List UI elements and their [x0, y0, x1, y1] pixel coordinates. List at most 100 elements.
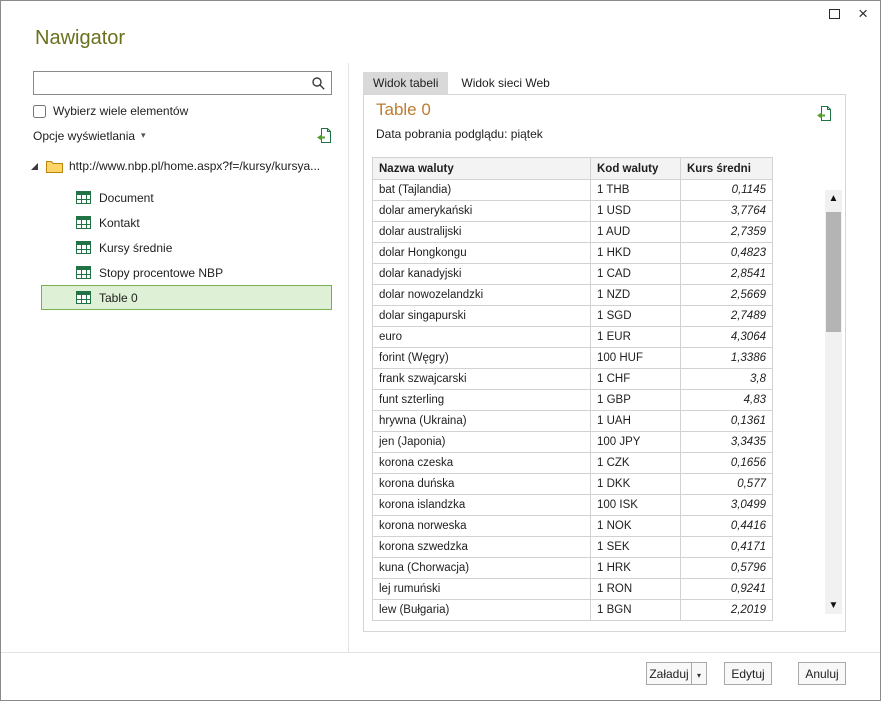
currency-name-cell: dolar kanadyjski — [373, 264, 591, 285]
currency-name-cell: hrywna (Ukraina) — [373, 411, 591, 432]
edit-button[interactable]: Edytuj — [724, 662, 772, 685]
refresh-preview-icon[interactable] — [316, 127, 333, 144]
rate-cell: 2,7489 — [681, 306, 773, 327]
rate-cell: 0,4823 — [681, 243, 773, 264]
table-row: korona islandzka100 ISK3,0499 — [373, 495, 773, 516]
table-row: dolar nowozelandzki1 NZD2,5669 — [373, 285, 773, 306]
tree-item-kursy-rednie[interactable]: Kursy średnie — [41, 235, 332, 260]
currency-name-cell: forint (Węgry) — [373, 348, 591, 369]
tree-item-table-0[interactable]: Table 0 — [41, 285, 332, 310]
currency-code-cell: 1 DKK — [591, 474, 681, 495]
rate-cell: 0,1145 — [681, 180, 773, 201]
cancel-button[interactable]: Anuluj — [798, 662, 846, 685]
select-multiple-row: Wybierz wiele elementów — [33, 104, 188, 118]
tree-item-document[interactable]: Document — [41, 185, 332, 210]
currency-code-cell: 1 BGN — [591, 600, 681, 621]
dialog-title: Nawigator — [35, 27, 125, 50]
scroll-down-icon[interactable]: ▼ — [825, 597, 842, 614]
search-input[interactable] — [34, 72, 305, 94]
preview-subtitle: Data pobrania podglądu: piątek — [376, 127, 543, 141]
search-icon[interactable] — [305, 76, 331, 91]
table-row: dolar kanadyjski1 CAD2,8541 — [373, 264, 773, 285]
currency-code-cell: 1 HKD — [591, 243, 681, 264]
rate-cell: 2,5669 — [681, 285, 773, 306]
maximize-icon[interactable] — [829, 9, 840, 19]
chevron-down-icon: ▾ — [697, 671, 701, 680]
load-dropdown-button[interactable]: ▾ — [691, 662, 707, 685]
tree-item-label: Stopy procentowe NBP — [99, 266, 223, 280]
currency-name-cell: dolar australijski — [373, 222, 591, 243]
currency-name-cell: lew (Bułgaria) — [373, 600, 591, 621]
tab-table-view[interactable]: Widok tabeli — [363, 72, 448, 94]
currency-name-cell: korona norweska — [373, 516, 591, 537]
table-row: forint (Węgry)100 HUF1,3386 — [373, 348, 773, 369]
preview-panel: Table 0 Data pobrania podglądu: piątek N… — [363, 94, 846, 632]
currency-name-cell: jen (Japonia) — [373, 432, 591, 453]
scroll-up-icon[interactable]: ▲ — [825, 190, 842, 207]
rate-cell: 0,5796 — [681, 558, 773, 579]
folder-icon — [46, 160, 63, 173]
currency-code-cell: 100 HUF — [591, 348, 681, 369]
rate-cell: 1,3386 — [681, 348, 773, 369]
rate-cell: 2,2019 — [681, 600, 773, 621]
tree-item-label: Kursy średnie — [99, 241, 172, 255]
table-icon — [76, 241, 91, 254]
rate-cell: 0,9241 — [681, 579, 773, 600]
currency-name-cell: korona duńska — [373, 474, 591, 495]
currency-code-cell: 1 USD — [591, 201, 681, 222]
table-row: hrywna (Ukraina)1 UAH0,1361 — [373, 411, 773, 432]
rate-cell: 0,4171 — [681, 537, 773, 558]
tree-root-node[interactable]: http://www.nbp.pl/home.aspx?f=/kursy/kur… — [31, 159, 339, 173]
rate-cell: 0,577 — [681, 474, 773, 495]
chevron-down-icon: ▾ — [141, 130, 146, 141]
rate-cell: 0,1361 — [681, 411, 773, 432]
currency-name-cell: korona szwedzka — [373, 537, 591, 558]
table-icon — [76, 291, 91, 304]
currency-name-cell: funt szterling — [373, 390, 591, 411]
currency-code-cell: 1 NOK — [591, 516, 681, 537]
scrollbar-thumb[interactable] — [826, 212, 841, 332]
table-row: funt szterling1 GBP4,83 — [373, 390, 773, 411]
select-multiple-checkbox[interactable] — [33, 105, 46, 118]
currency-code-cell: 1 CHF — [591, 369, 681, 390]
currency-name-cell: dolar Hongkongu — [373, 243, 591, 264]
navigator-dialog: × Nawigator Wybierz wiele elementów Opcj… — [0, 0, 881, 701]
tree-item-label: Document — [99, 191, 154, 205]
table-row: dolar singapurski1 SGD2,7489 — [373, 306, 773, 327]
currency-name-cell: frank szwajcarski — [373, 369, 591, 390]
currency-name-cell: dolar nowozelandzki — [373, 285, 591, 306]
currency-code-cell: 1 AUD — [591, 222, 681, 243]
column-header-kod-waluty: Kod waluty — [591, 158, 681, 180]
currency-code-cell: 1 SEK — [591, 537, 681, 558]
options-row: Opcje wyświetlania ▾ — [33, 127, 333, 144]
window-controls: × — [829, 7, 868, 21]
column-header-nazwa-waluty: Nazwa waluty — [373, 158, 591, 180]
tab-web-view[interactable]: Widok sieci Web — [451, 72, 559, 94]
table-row: korona duńska1 DKK0,577 — [373, 474, 773, 495]
preview-scrollbar[interactable]: ▲ ▼ — [825, 190, 842, 614]
rate-cell: 2,8541 — [681, 264, 773, 285]
rate-cell: 0,1656 — [681, 453, 773, 474]
refresh-preview-icon[interactable] — [816, 105, 833, 122]
currency-code-cell: 1 HRK — [591, 558, 681, 579]
tree-item-kontakt[interactable]: Kontakt — [41, 210, 332, 235]
close-icon[interactable]: × — [858, 7, 868, 21]
table-icon — [76, 216, 91, 229]
preview-tabs: Widok tabeliWidok sieci Web — [363, 72, 563, 94]
footer: Załaduj ▾ Edytuj Anuluj — [1, 652, 880, 701]
rate-cell: 0,4416 — [681, 516, 773, 537]
currency-name-cell: lej rumuński — [373, 579, 591, 600]
tree-item-label: Table 0 — [99, 291, 138, 305]
tree-items: Document Kontakt Kursy średnie Stopy procen… — [41, 185, 332, 310]
rate-cell: 2,7359 — [681, 222, 773, 243]
display-options-dropdown[interactable]: Opcje wyświetlania ▾ — [33, 129, 146, 143]
currency-name-cell: korona czeska — [373, 453, 591, 474]
currency-name-cell: euro — [373, 327, 591, 348]
load-button[interactable]: Załaduj — [646, 662, 692, 685]
panel-divider — [348, 63, 349, 652]
column-header-kurs-redni: Kurs średni — [681, 158, 773, 180]
tree-item-stopy-procentowe-nbp[interactable]: Stopy procentowe NBP — [41, 260, 332, 285]
table-row: lew (Bułgaria)1 BGN2,2019 — [373, 600, 773, 621]
table-row: jen (Japonia)100 JPY3,3435 — [373, 432, 773, 453]
expand-collapse-icon[interactable] — [31, 163, 38, 170]
